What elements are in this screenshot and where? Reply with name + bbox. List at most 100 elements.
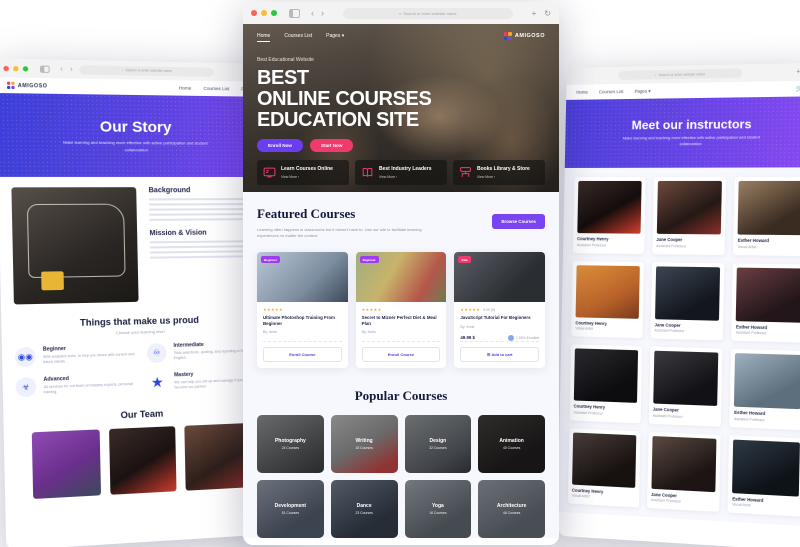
instructor-card[interactable]: Jane Cooper Assistant Professor [646,431,722,512]
category-name: Photography [274,437,306,444]
nav-link-home[interactable]: Home [576,89,588,95]
feature-card-learn-online[interactable]: Learn Courses Online View More › [257,160,349,185]
new-tab-icon[interactable]: + [532,9,537,18]
chrome-actions-right[interactable]: + ↻ [796,68,800,77]
minimize-icon[interactable] [261,10,267,16]
forward-icon[interactable]: › [321,8,324,18]
level-item-advanced[interactable]: ☣ Advanced All services for our team of … [15,374,136,398]
sidebar-icon[interactable] [289,8,300,18]
minimize-icon[interactable] [13,65,19,71]
forward-icon[interactable]: › [70,66,73,73]
logo-mark-icon [6,81,15,90]
traffic-lights-center[interactable] [251,10,277,16]
zoom-icon[interactable] [271,10,277,16]
cart-button[interactable]: 🛒 (0) [795,85,800,93]
start-now-button[interactable]: Start Now [310,139,354,153]
nav-arrows-left[interactable]: ‹ › [60,65,73,72]
feature-more-link[interactable]: View More › [281,175,333,179]
course-thumbnail: Beginner [355,252,447,302]
category-tile[interactable]: Design 32 Courses [404,414,472,473]
instructor-card[interactable]: Esther Howard Assistant Professor [731,262,800,343]
course-card[interactable]: Beginner ★★★★★ Ultimate Photoshop Traini… [257,252,348,368]
instructor-card[interactable]: Courtney Henry Visual Artist [567,427,641,508]
team-member-photo[interactable] [31,429,102,499]
level-item-beginner[interactable]: ◉◉ Beginner With analytics tools, to hel… [14,344,135,368]
address-bar-left[interactable]: ⌕ Search or enter website name [78,64,214,77]
instructor-card[interactable]: Esther Howard Visual Artist [733,176,800,256]
book-icon [362,167,373,177]
instructor-card[interactable]: Jane Cooper Assistant Professor [650,261,725,341]
instructor-card[interactable]: Jane Cooper Assistant Professor [648,346,723,427]
instructor-role: Visual Artist [575,326,593,331]
zoom-icon[interactable] [22,65,29,72]
category-tile[interactable]: Development 51 Courses [257,479,324,538]
traffic-lights-left[interactable] [3,65,29,72]
chrome-actions-center[interactable]: + ↻ [532,9,551,18]
course-title: Ultimate Photoshop Training From Beginne… [263,315,335,326]
nav-links-center[interactable]: Home Courses List Pages ▾ [257,33,344,42]
sidebar-icon[interactable] [39,64,50,73]
category-tile[interactable]: Animation 40 Courses [478,414,545,473]
enroll-course-button[interactable]: Enroll Course [361,346,441,362]
address-bar-right[interactable]: ⌕ Search or enter website name [618,68,743,80]
add-to-cart-button[interactable]: ☰ Add to cart [460,346,540,362]
instructor-card[interactable]: Esther Howard Visual Artist [727,434,800,517]
new-tab-icon[interactable]: + [796,68,800,75]
screenshot-stage: ‹ › ⌕ Search or enter website name AMIGO… [0,0,800,547]
feature-more-link[interactable]: View More › [379,175,432,179]
category-name: Writing [355,437,373,444]
category-tile[interactable]: Writing 18 Courses [330,414,398,473]
category-name: Animation [499,437,524,444]
nav-link-pages[interactable]: Pages ▾ [634,88,650,94]
instructor-name: Esther Howard [735,323,768,330]
refresh-icon[interactable]: ↻ [544,9,551,18]
instructor-card[interactable]: Courtney Henry Visual Artist [571,260,644,339]
close-icon[interactable] [251,10,257,16]
brand-logo-left[interactable]: AMIGOSO [6,81,48,90]
feature-card-industry-leaders[interactable]: Best Industry Leaders View More › [355,160,447,185]
category-tile[interactable]: Dance 23 Courses [330,479,398,538]
instructor-card[interactable]: Courtney Henry Assistant Professor [569,344,642,423]
nav-link-courses-list[interactable]: Courses List [599,88,624,94]
address-bar-center[interactable]: ⌕ Search or enter website name [342,7,513,19]
team-member-photo[interactable] [109,426,177,495]
brand-logo-center[interactable]: AMIGOSO [503,32,545,40]
instructor-card[interactable]: Esther Howard Assistant Professor [729,348,800,430]
browser-window-home[interactable]: ‹ › ⌕ Search or enter website name + ↻ H… [243,2,559,545]
address-placeholder: Search or enter website name [658,71,706,77]
category-tile[interactable]: Yoga 16 Courses [404,479,472,538]
course-card[interactable]: Beginner ★★★★★ Secret to Mizner Perfect … [355,252,447,368]
feature-card-books-library[interactable]: Books Library & Store View More › [453,160,545,185]
nav-link-pages[interactable]: Pages ▾ [326,33,344,39]
instructor-card[interactable]: Jane Cooper Assistant Professor [651,176,727,255]
enroll-now-button[interactable]: Enroll Now [257,139,303,153]
instructor-card[interactable]: Courtney Henry Assistant Professor [572,176,646,254]
back-icon[interactable]: ‹ [311,8,314,18]
hero-cta-buttons[interactable]: Enroll Now Start Now [257,139,545,153]
cart-icon: 🛒 [795,86,800,93]
back-icon[interactable]: ‹ [60,65,63,72]
feature-more-link[interactable]: View More › [477,175,530,179]
nav-link-home[interactable]: Home [257,33,271,42]
library-icon [460,167,471,177]
feature-title: Best Industry Leaders [379,166,432,173]
nav-link-home[interactable]: Home [179,85,192,91]
address-placeholder: Search or enter website name [125,68,173,74]
course-tag: Beginner [261,256,281,263]
browse-courses-button[interactable]: Browse Courses [492,214,545,229]
category-tile[interactable]: Photography 24 Courses [257,414,324,473]
nav-link-courses-list[interactable]: Courses List [284,33,312,39]
enroll-course-button[interactable]: Enroll Course [263,346,342,362]
nav-link-courses-list[interactable]: Courses List [203,85,229,91]
hero-section: Home Courses List Pages ▾ AMIGOSO Best E… [243,24,559,192]
course-card[interactable]: Sale ★★★★★ 5.00 (5) JavaScript Tutorial … [454,252,546,368]
nav-arrows-center[interactable]: ‹ › [311,8,324,18]
team-member-photo[interactable] [184,423,251,491]
close-icon[interactable] [3,65,9,71]
browser-window-our-story[interactable]: ‹ › ⌕ Search or enter website name AMIGO… [0,58,277,547]
office-photo [11,187,139,305]
site-nav-center[interactable]: Home Courses List Pages ▾ AMIGOSO [257,32,545,42]
category-tile[interactable]: Architecture 46 Courses [478,479,545,538]
browser-window-instructors[interactable]: ⌕ Search or enter website name + ↻ Home … [557,62,800,547]
nav-links-right[interactable]: Home Courses List Pages ▾ [576,88,651,95]
